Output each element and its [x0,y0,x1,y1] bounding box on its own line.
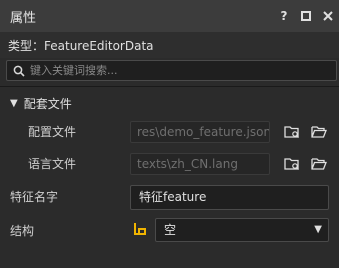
lang-file-row: 语言文件 texts\zh_CN.lang [0,152,339,176]
feature-name-label: 特征名字 [10,190,59,204]
folder-locate-icon [284,126,299,138]
locate-file-button[interactable] [282,123,302,141]
open-folder-button[interactable] [309,123,329,141]
config-file-field: res\demo_feature.json [130,121,270,143]
folder-open-icon [311,158,327,170]
panel-title: 属性 [10,10,37,26]
help-button[interactable]: ? [273,5,295,27]
locate-lang-button[interactable] [282,155,302,173]
chevron-down-icon: ▼ [314,224,322,235]
structure-value: 空 [164,223,177,237]
structure-icon [134,223,146,235]
close-button[interactable] [317,5,339,27]
open-lang-folder-button[interactable] [309,155,329,173]
maximize-icon [301,11,311,21]
folder-locate-icon [284,158,299,170]
lang-file-label: 语言文件 [28,157,77,171]
panel-titlebar: 属性 ? [0,0,339,32]
structure-label: 结构 [10,224,35,238]
expand-triangle-icon[interactable]: ▼ [10,98,18,109]
type-line: 类型：FeatureEditorData [0,32,339,58]
lang-file-field: texts\zh_CN.lang [130,153,270,175]
search-box[interactable] [6,60,337,81]
section-header-files[interactable]: ▼ 配套文件 [0,90,339,116]
folder-open-icon [311,126,327,138]
feature-name-input[interactable]: 特征feature [130,185,329,210]
close-icon [323,11,333,21]
structure-select[interactable]: 空 ▼ [155,218,329,242]
section-label: 配套文件 [23,96,72,111]
search-icon [13,65,25,77]
config-file-row: 配置文件 res\demo_feature.json [0,120,339,144]
search-input[interactable] [30,64,320,77]
float-button[interactable] [295,5,317,27]
config-file-label: 配置文件 [28,125,77,139]
divider [0,86,339,87]
